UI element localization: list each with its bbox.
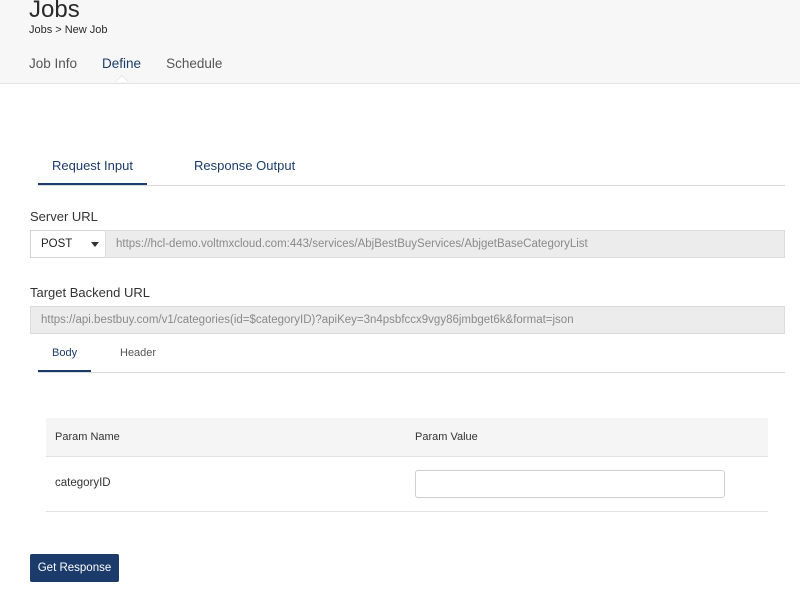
column-param-name: Param Name (55, 431, 120, 443)
breadcrumb-current: New Job (64, 24, 108, 36)
param-value-input[interactable] (415, 470, 725, 498)
get-response-button[interactable]: Get Response (30, 554, 119, 582)
tab-schedule[interactable]: Schedule (166, 56, 222, 84)
page-header: Jobs Jobs > New Job Job Info Define Schedu… (0, 0, 800, 84)
target-backend-url-label: Target Backend URL (30, 285, 150, 300)
target-backend-url-field[interactable]: https://api.bestbuy.com/v1/categories(id… (30, 306, 785, 334)
breadcrumb-jobs-link[interactable]: Jobs (29, 24, 52, 36)
breadcrumb-separator: > (55, 24, 62, 36)
params-table: Param Name Param Value categoryID (46, 418, 768, 512)
http-method-value: POST (41, 238, 73, 250)
job-tabs: Job Info Define Schedule (29, 56, 247, 84)
params-table-header: Param Name Param Value (46, 418, 768, 457)
tab-header[interactable]: Header (120, 347, 156, 372)
body-header-tabs: Body Header (38, 336, 785, 373)
tab-define[interactable]: Define (102, 56, 141, 84)
request-tabs: Request Input Response Output (38, 150, 785, 186)
http-method-select[interactable]: POST (30, 230, 105, 258)
server-url-label: Server URL (30, 209, 98, 224)
column-param-value: Param Value (415, 431, 478, 443)
page-title: Jobs (29, 0, 80, 23)
tab-request-input[interactable]: Request Input (38, 158, 147, 185)
breadcrumb: Jobs > New Job (29, 24, 107, 36)
server-url-field[interactable]: https://hcl-demo.voltmxcloud.com:443/ser… (105, 230, 785, 258)
param-name-cell: categoryID (55, 477, 111, 489)
tab-body[interactable]: Body (38, 347, 92, 372)
table-row: categoryID (46, 457, 768, 512)
tab-define-label: Define (102, 56, 142, 71)
chevron-down-icon (91, 242, 99, 247)
caret-up-icon (114, 75, 129, 82)
tab-response-output[interactable]: Response Output (194, 158, 295, 185)
tab-job-info[interactable]: Job Info (29, 56, 77, 84)
